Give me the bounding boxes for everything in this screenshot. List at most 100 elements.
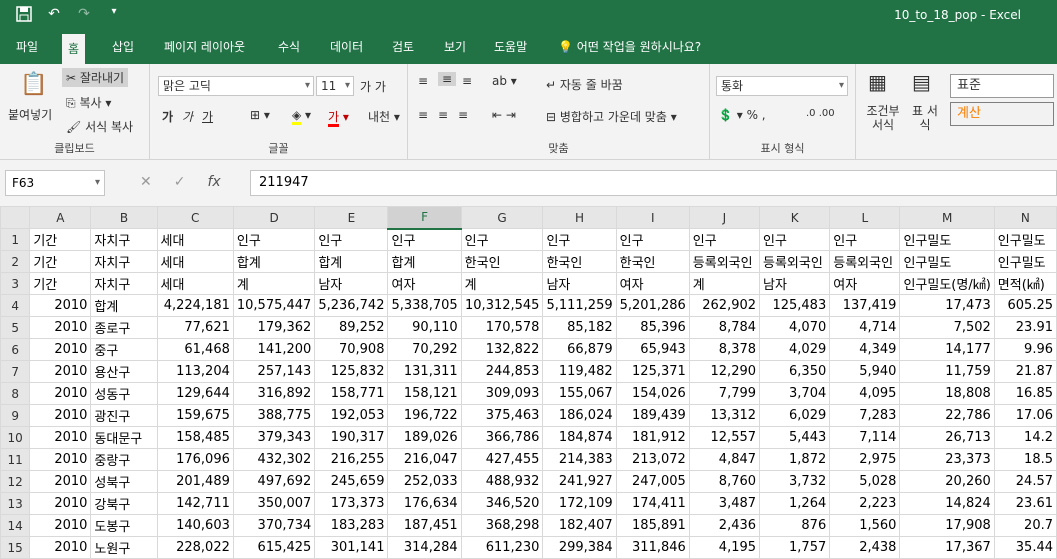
check-icon[interactable]: ✓: [174, 174, 186, 190]
align-middle-icon[interactable]: ≡: [438, 72, 457, 86]
cell[interactable]: 8,378: [688, 338, 761, 361]
cell[interactable]: 2010: [29, 536, 92, 559]
cell[interactable]: 13,312: [688, 404, 761, 427]
cell[interactable]: 245,659: [314, 470, 389, 493]
border-icon[interactable]: ⊞ ▾: [250, 108, 270, 122]
column-header-a[interactable]: A: [29, 206, 92, 229]
column-header-f[interactable]: F: [387, 206, 462, 230]
row-header[interactable]: 2: [0, 250, 31, 273]
cell[interactable]: 18,808: [899, 382, 995, 405]
cell[interactable]: 합계: [232, 250, 316, 273]
cell[interactable]: 187,451: [387, 514, 462, 537]
cell[interactable]: 314,284: [387, 536, 462, 559]
cell[interactable]: 131,311: [387, 360, 462, 383]
cell[interactable]: 4,029: [759, 338, 831, 361]
cell[interactable]: 89,252: [314, 316, 389, 339]
cell[interactable]: 인구: [314, 228, 389, 251]
column-header-c[interactable]: C: [156, 206, 234, 229]
tab-home[interactable]: 홈: [62, 32, 86, 64]
paste-button[interactable]: 붙여넣기: [8, 106, 52, 123]
cell[interactable]: 182,407: [542, 514, 617, 537]
cell[interactable]: 4,847: [688, 448, 761, 471]
row-header[interactable]: 8: [0, 382, 31, 405]
column-header-b[interactable]: B: [90, 206, 158, 229]
cell[interactable]: 611,230: [460, 536, 544, 559]
copy-button[interactable]: ⎘ 복사 ▾: [66, 94, 111, 111]
cell[interactable]: 213,072: [615, 448, 690, 471]
orientation-icon[interactable]: ab ▾: [492, 74, 517, 88]
cell[interactable]: 14.2: [993, 426, 1057, 449]
cell[interactable]: 65,943: [615, 338, 690, 361]
cell[interactable]: 9.96: [993, 338, 1057, 361]
cell[interactable]: 인구: [542, 228, 617, 251]
cell[interactable]: 125,371: [615, 360, 690, 383]
cell[interactable]: 244,853: [460, 360, 544, 383]
cell[interactable]: 2010: [29, 294, 92, 317]
row-header[interactable]: 11: [0, 448, 31, 471]
style-calculation[interactable]: 계산: [950, 102, 1054, 126]
cell[interactable]: 140,603: [156, 514, 234, 537]
table-format-button[interactable]: 표 서식: [908, 104, 942, 132]
save-icon[interactable]: [14, 6, 34, 26]
cell[interactable]: 1,872: [759, 448, 831, 471]
cell[interactable]: 214,383: [542, 448, 617, 471]
name-box[interactable]: F63: [5, 170, 105, 196]
cell[interactable]: 7,114: [829, 426, 901, 449]
align-top-icon[interactable]: ≡: [418, 74, 428, 88]
cell[interactable]: 남자: [759, 272, 831, 295]
cell[interactable]: 5,236,742: [314, 294, 389, 317]
cell[interactable]: 4,714: [829, 316, 901, 339]
merge-center-button[interactable]: ⊟ 병합하고 가운데 맞춤 ▾: [546, 108, 677, 125]
cell[interactable]: 142,711: [156, 492, 234, 515]
align-center-icon[interactable]: ≡: [438, 108, 448, 122]
cell[interactable]: 176,634: [387, 492, 462, 515]
cell[interactable]: 159,675: [156, 404, 234, 427]
cell[interactable]: 24.57: [993, 470, 1057, 493]
cell[interactable]: 2010: [29, 360, 92, 383]
cell[interactable]: 257,143: [232, 360, 316, 383]
cell[interactable]: 35.44: [993, 536, 1057, 559]
cell[interactable]: 17,473: [899, 294, 995, 317]
increase-font-icon[interactable]: 가 가: [360, 78, 386, 95]
cell[interactable]: 20.7: [993, 514, 1057, 537]
underline-button[interactable]: 가: [202, 108, 213, 125]
cell[interactable]: 등록외국인: [759, 250, 831, 273]
cell[interactable]: 인구: [688, 228, 761, 251]
cell[interactable]: 26,713: [899, 426, 995, 449]
cell[interactable]: 247,005: [615, 470, 690, 493]
cell[interactable]: 350,007: [232, 492, 316, 515]
cell[interactable]: 316,892: [232, 382, 316, 405]
bold-button[interactable]: 가: [162, 108, 173, 125]
tab-help[interactable]: 도움말: [488, 32, 533, 64]
cell[interactable]: 375,463: [460, 404, 544, 427]
cell[interactable]: 2,223: [829, 492, 901, 515]
cell[interactable]: 세대: [156, 272, 234, 295]
cell[interactable]: 311,846: [615, 536, 690, 559]
row-header[interactable]: 6: [0, 338, 31, 361]
font-size-combo[interactable]: 11: [316, 76, 354, 96]
redo-icon[interactable]: ↷: [74, 6, 94, 26]
cell[interactable]: 2010: [29, 382, 92, 405]
cell[interactable]: 여자: [615, 272, 690, 295]
tab-formulas[interactable]: 수식: [272, 32, 306, 64]
align-bottom-icon[interactable]: ≡: [462, 74, 472, 88]
cell[interactable]: 한국인: [460, 250, 544, 273]
cell[interactable]: 3,704: [759, 382, 831, 405]
cell[interactable]: 181,912: [615, 426, 690, 449]
cell[interactable]: 183,283: [314, 514, 389, 537]
cell[interactable]: 23,373: [899, 448, 995, 471]
cell[interactable]: 5,028: [829, 470, 901, 493]
cell[interactable]: 113,204: [156, 360, 234, 383]
cell[interactable]: 성북구: [90, 470, 158, 493]
cell[interactable]: 중구: [90, 338, 158, 361]
cell[interactable]: 262,902: [688, 294, 761, 317]
cell[interactable]: 17,367: [899, 536, 995, 559]
formula-input[interactable]: 211947: [250, 170, 1057, 196]
cell[interactable]: 세대: [156, 250, 234, 273]
cell[interactable]: 427,455: [460, 448, 544, 471]
cell[interactable]: 인구: [387, 228, 462, 251]
cell[interactable]: 366,786: [460, 426, 544, 449]
cell[interactable]: 4,349: [829, 338, 901, 361]
currency-icon[interactable]: 💲 ▾ % ,: [718, 108, 766, 122]
cell[interactable]: 7,799: [688, 382, 761, 405]
